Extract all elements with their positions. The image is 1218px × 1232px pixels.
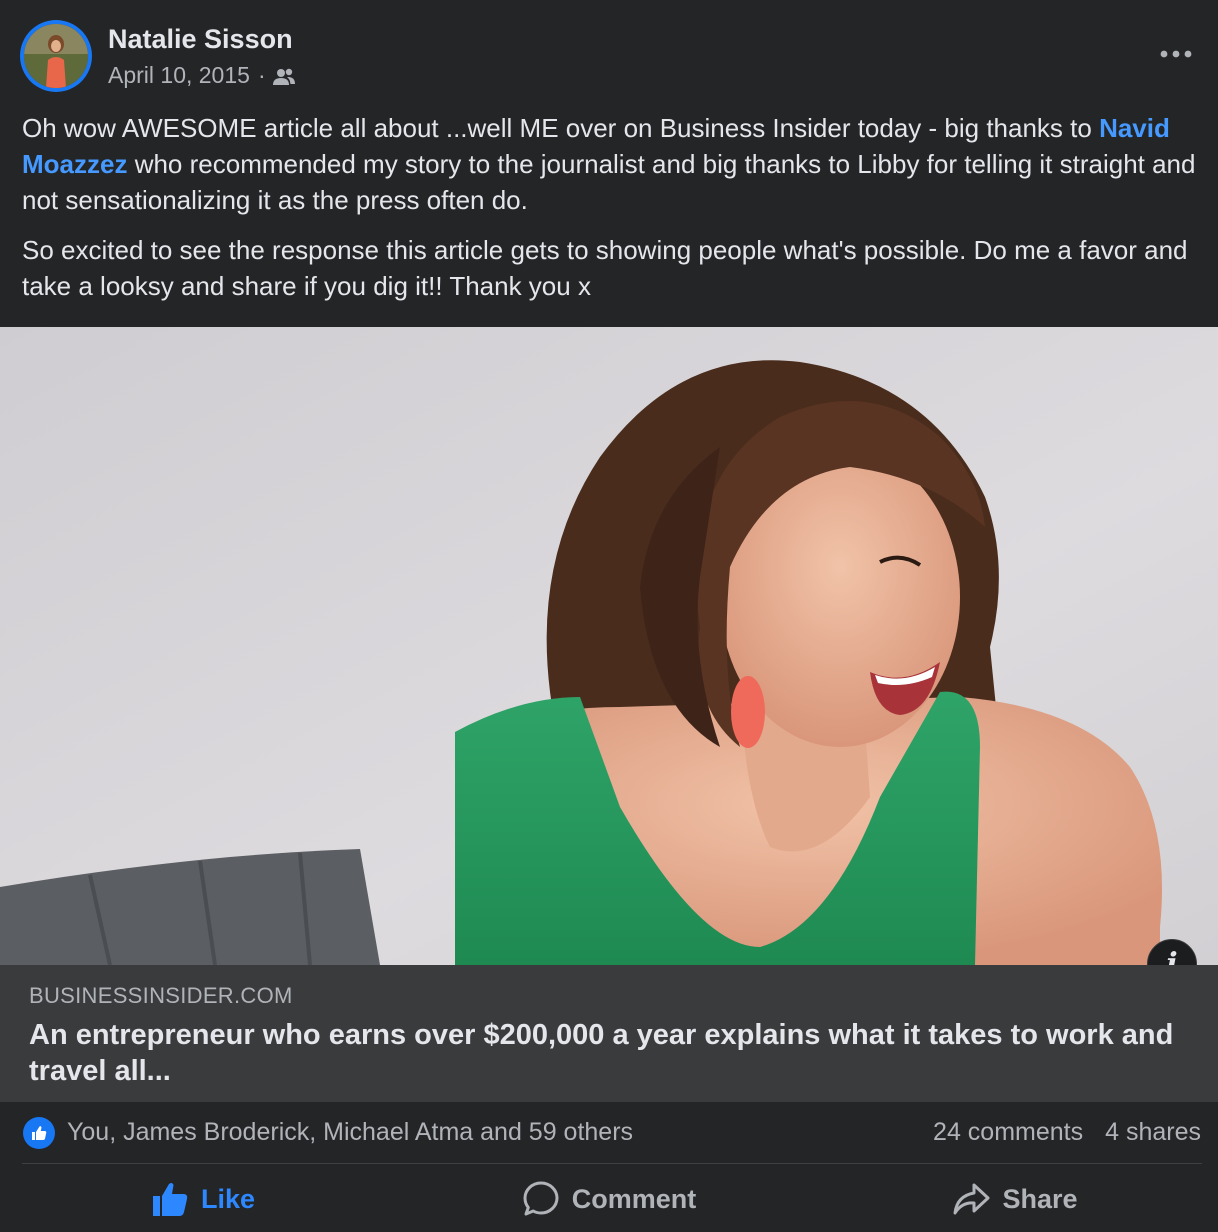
post-paragraph-1: Oh wow AWESOME article all about ...well… (22, 110, 1202, 218)
meta-separator: · (257, 62, 266, 88)
share-button[interactable]: Share (812, 1166, 1218, 1232)
post-header: Natalie Sisson April 10, 2015 · (0, 0, 1218, 110)
comment-icon (522, 1180, 560, 1218)
more-horizontal-icon (1160, 45, 1192, 63)
post-text: Oh wow AWESOME article all about ...well… (22, 110, 1202, 304)
link-preview-image[interactable] (0, 327, 1218, 965)
author-name[interactable]: Natalie Sisson (108, 24, 293, 55)
comment-label: Comment (571, 1183, 697, 1214)
link-preview-caption[interactable]: BUSINESSINSIDER.COM An entrepreneur who … (0, 965, 1218, 1102)
post-meta: April 10, 2015 · (108, 62, 296, 89)
post-date[interactable]: April 10, 2015 (108, 62, 250, 89)
comments-count[interactable]: 24 comments (933, 1118, 1083, 1146)
action-bar: Like Comment Share (0, 1166, 1218, 1232)
avatar[interactable] (20, 20, 92, 92)
friends-icon[interactable] (272, 66, 296, 86)
post-card: Natalie Sisson April 10, 2015 · Oh wow A… (0, 0, 1218, 1232)
thumbs-up-icon (151, 1181, 189, 1217)
more-options-button[interactable] (1154, 36, 1198, 72)
post-text-part: Oh wow AWESOME article all about ...well… (22, 113, 1100, 143)
link-domain: BUSINESSINSIDER.COM (29, 983, 293, 1008)
link-title[interactable]: An entrepreneur who earns over $200,000 … (29, 1017, 1189, 1089)
reactors-list[interactable]: You, James Broderick, Michael Atma and 5… (67, 1118, 633, 1147)
action-divider (22, 1163, 1202, 1164)
like-reaction-icon[interactable] (23, 1117, 55, 1149)
reactions-summary: You, James Broderick, Michael Atma and 5… (0, 1102, 1218, 1164)
share-label: Share (1002, 1183, 1078, 1214)
shares-count[interactable]: 4 shares (1105, 1118, 1201, 1146)
like-button[interactable]: Like (0, 1166, 406, 1232)
like-label: Like (200, 1183, 256, 1214)
share-icon (952, 1182, 990, 1216)
comment-button[interactable]: Comment (406, 1166, 812, 1232)
engagement-counts: 24 comments 4 shares (933, 1118, 1201, 1147)
avatar-photo (24, 24, 88, 88)
post-text-part: who recommended my story to the journali… (22, 149, 1196, 215)
post-paragraph-2: So excited to see the response this arti… (22, 235, 1188, 301)
